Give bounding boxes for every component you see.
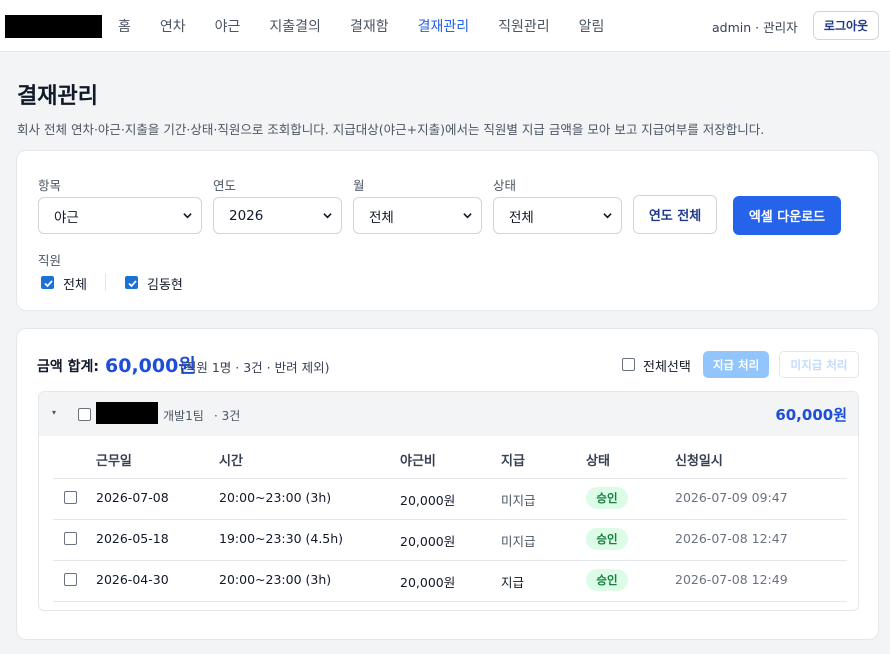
row-checkbox[interactable]	[64, 532, 77, 545]
row-amount: 20,000원	[400, 534, 456, 549]
status-select[interactable]: 전체	[493, 197, 622, 234]
total-amount-label: 금액 합계:	[37, 359, 99, 375]
column-header-date: 근무일	[96, 454, 132, 469]
page-title: 결재관리	[17, 84, 98, 109]
employee-group-header[interactable]: ▾ 개발1팀 · 3건 60,000원	[39, 392, 858, 436]
employee-label: 직원	[38, 253, 62, 268]
group-checkbox[interactable]	[78, 408, 91, 421]
employee-name-label: 김동현	[147, 278, 183, 293]
chevron-down-icon	[323, 213, 332, 219]
row-checkbox[interactable]	[64, 491, 77, 504]
row-paid-status: 지급	[501, 575, 525, 590]
excel-download-button[interactable]: 엑셀 다운로드	[733, 196, 841, 235]
category-select-value: 야근	[54, 209, 79, 226]
divider	[53, 519, 847, 520]
pay-button[interactable]: 지급 처리	[703, 351, 769, 378]
row-paid-status: 미지급	[501, 534, 536, 549]
nav-item-overtime[interactable]: 야근	[215, 16, 241, 36]
divider	[53, 478, 847, 479]
main-nav: 홈 연차 야근 지출결의 결재함 결재관리 직원관리 알림	[118, 0, 633, 52]
row-requested-at: 2026-07-09 09:47	[675, 490, 788, 505]
year-select-value: 2026	[229, 207, 264, 224]
select-all-label: 전체선택	[643, 360, 691, 375]
row-amount: 20,000원	[400, 575, 456, 590]
nav-item-expense[interactable]: 지출결의	[269, 16, 321, 36]
select-all-checkbox[interactable]	[622, 358, 635, 371]
row-requested-at: 2026-07-08 12:49	[675, 572, 788, 587]
collapse-toggle-icon[interactable]: ▾	[52, 408, 56, 417]
row-date: 2026-05-18	[96, 531, 169, 546]
item-count: · 3건	[214, 409, 241, 423]
check-icon	[44, 280, 53, 288]
nav-item-leave[interactable]: 연차	[160, 16, 186, 36]
column-header-status: 상태	[586, 454, 610, 469]
logout-button[interactable]: 로그아웃	[813, 11, 879, 40]
status-select-value: 전체	[509, 209, 534, 226]
row-amount: 20,000원	[400, 493, 456, 508]
page-description: 회사 전체 연차·야근·지출을 기간·상태·직원으로 조회합니다. 지급대상(야…	[17, 122, 765, 137]
status-badge: 승인	[586, 487, 628, 509]
nav-item-employee-management[interactable]: 직원관리	[498, 16, 550, 36]
top-navigation-bar: 홈 연차 야근 지출결의 결재함 결재관리 직원관리 알림 admin · 관리…	[0, 0, 890, 52]
group-total-amount: 60,000원	[775, 406, 847, 424]
month-label: 월	[353, 178, 365, 193]
column-header-requested: 신청일시	[675, 454, 723, 469]
nav-item-home[interactable]: 홈	[118, 16, 131, 36]
payment-summary-panel: 금액 합계: 60,000원 (직원 1명 · 3건 · 반려 제외) 전체선택…	[16, 328, 879, 640]
employee-group: ▾ 개발1팀 · 3건 60,000원 근무일 시간 야근비 지급 상태 신청일…	[38, 391, 859, 611]
row-date: 2026-04-30	[96, 572, 169, 587]
status-badge: 승인	[586, 569, 628, 591]
employee-checkbox[interactable]	[125, 276, 138, 289]
chevron-down-icon	[463, 213, 472, 219]
app-logo-redacted[interactable]	[5, 15, 102, 38]
employee-all-checkbox[interactable]	[41, 276, 54, 289]
status-badge: 승인	[586, 528, 628, 550]
nav-item-approval-box[interactable]: 결재함	[350, 16, 389, 36]
row-requested-at: 2026-07-08 12:47	[675, 531, 788, 546]
employee-all-label: 전체	[63, 278, 87, 293]
nav-item-notifications[interactable]: 알림	[579, 16, 605, 36]
divider	[53, 601, 847, 602]
year-all-button[interactable]: 연도 전체	[633, 195, 717, 234]
column-header-amount: 야근비	[400, 454, 436, 469]
column-header-paid: 지급	[501, 454, 525, 469]
row-date: 2026-07-08	[96, 490, 169, 505]
divider	[105, 273, 106, 291]
employee-name-redacted	[96, 402, 158, 424]
nav-item-approval-management[interactable]: 결재관리	[418, 16, 470, 36]
month-select-value: 전체	[369, 209, 394, 226]
check-icon	[128, 280, 137, 288]
chevron-down-icon	[183, 213, 192, 219]
year-select[interactable]: 2026	[213, 197, 342, 234]
row-time: 20:00~23:00 (3h)	[219, 490, 332, 505]
total-amount-note: (직원 1명 · 3건 · 반려 제외)	[180, 360, 330, 375]
month-select[interactable]: 전체	[353, 197, 482, 234]
row-checkbox[interactable]	[64, 573, 77, 586]
row-time: 19:00~23:30 (4.5h)	[219, 531, 344, 546]
column-header-time: 시간	[219, 454, 243, 469]
category-select[interactable]: 야근	[38, 197, 202, 234]
filter-panel: 항목 야근 연도 2026 월 전체 상태 전체 연도 전체 엑셀 다운로드 직…	[16, 150, 879, 311]
year-label: 연도	[213, 178, 237, 193]
unpay-button[interactable]: 미지급 처리	[779, 351, 859, 378]
team-name: 개발1팀	[163, 409, 204, 423]
category-label: 항목	[38, 178, 62, 193]
divider	[53, 560, 847, 561]
status-label: 상태	[493, 178, 517, 193]
chevron-down-icon	[603, 213, 612, 219]
row-time: 20:00~23:00 (3h)	[219, 572, 332, 587]
current-user: admin · 관리자	[712, 20, 798, 35]
row-paid-status: 미지급	[501, 493, 536, 508]
